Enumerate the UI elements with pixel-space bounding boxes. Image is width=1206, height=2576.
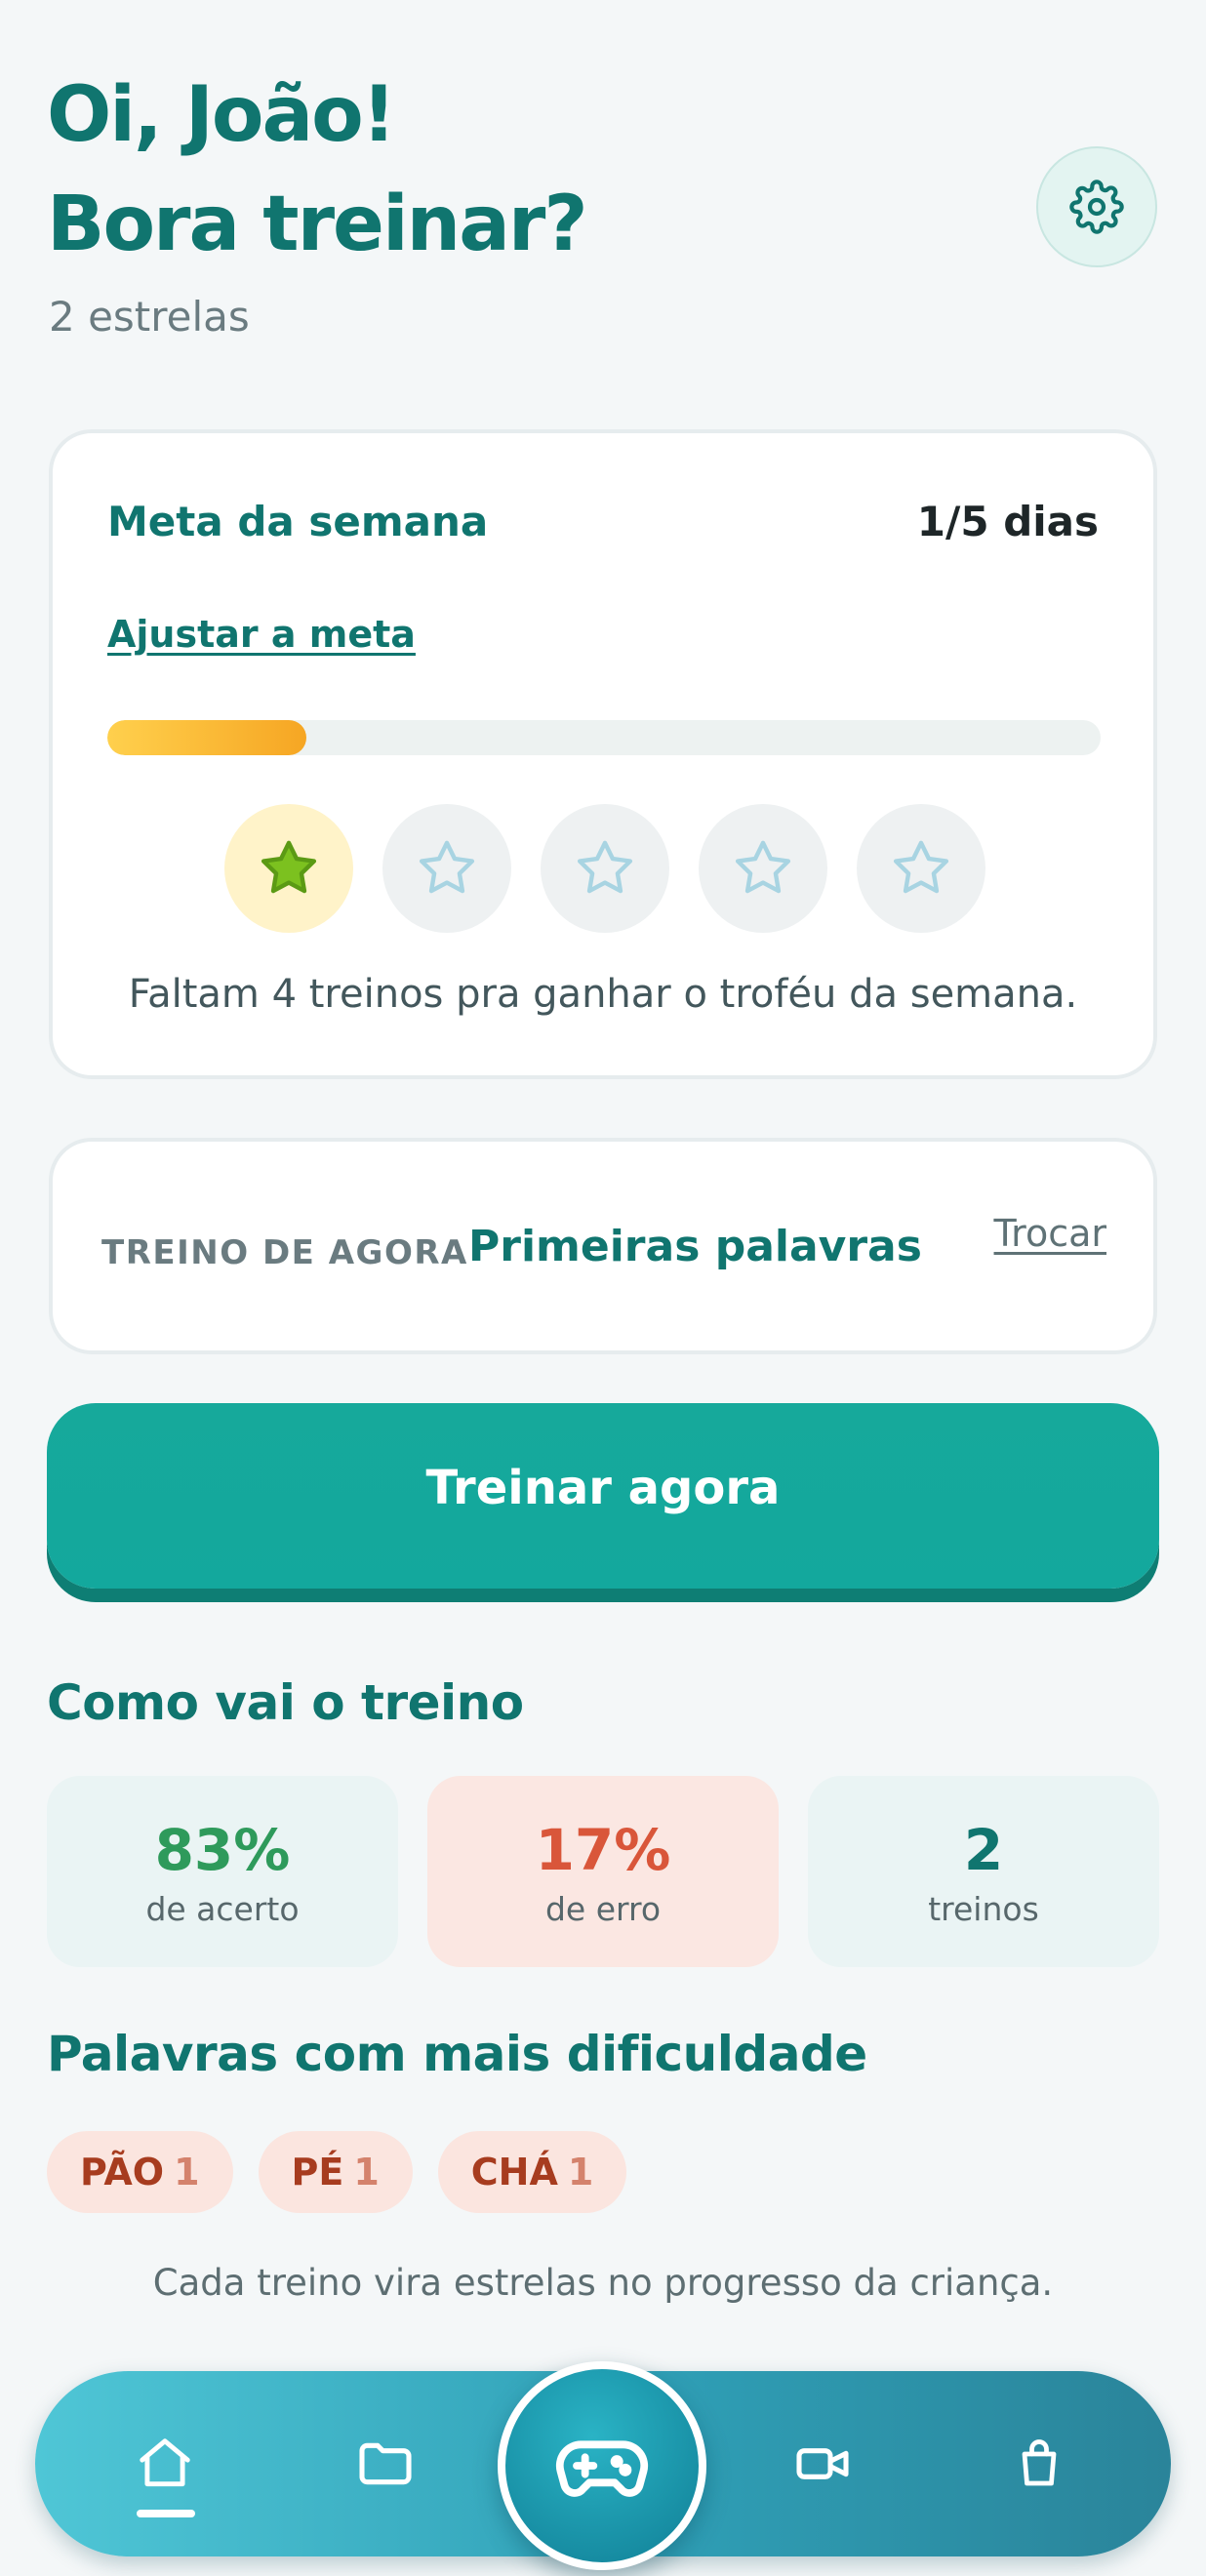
weekly-goal-days: 1/5 dias <box>916 498 1099 545</box>
chip-word: PÃO <box>80 2151 165 2194</box>
footer-note: Cada treino vira estrelas no progresso d… <box>152 2262 1054 2304</box>
greeting-line-1: Oi, João! <box>47 71 396 159</box>
chip-word: CHÁ <box>470 2151 558 2194</box>
train-now-button[interactable]: Treinar agora <box>47 1403 1159 1589</box>
difficult-words-title: Palavras com mais dificuldade <box>47 2026 867 2082</box>
word-chip[interactable]: CHÁ 1 <box>437 2131 627 2213</box>
stat-error: 17% de erro <box>427 1776 779 1967</box>
video-icon <box>796 2448 849 2479</box>
folder-icon <box>359 2442 412 2485</box>
stars-count: 2 estrelas <box>49 293 250 341</box>
star-icon <box>893 840 949 894</box>
current-training-name: Primeiras palavras <box>468 1222 922 1271</box>
star-empty <box>541 804 669 933</box>
star-empty <box>382 804 511 933</box>
star-earned <box>224 804 353 933</box>
chip-count: 1 <box>174 2151 200 2194</box>
chip-count: 1 <box>353 2151 380 2194</box>
gamepad-icon <box>555 2440 649 2497</box>
greeting: Oi, João! Bora treinar? <box>47 60 588 279</box>
chip-count: 1 <box>567 2151 594 2194</box>
star-icon <box>577 840 633 894</box>
weekly-goal-title: Meta da semana <box>107 498 489 545</box>
weekly-progress-bar <box>107 720 1101 755</box>
change-training-link[interactable]: Trocar <box>994 1212 1106 1255</box>
stat-label: de erro <box>544 1889 662 1928</box>
stat-label: treinos <box>928 1889 1039 1928</box>
current-training-label: TREINO DE AGORA <box>101 1233 468 1272</box>
weekly-goal-note: Faltam 4 treinos pra ganhar o troféu da … <box>128 972 1078 1017</box>
nav-home[interactable] <box>111 2410 219 2517</box>
word-chip[interactable]: PÃO 1 <box>47 2131 233 2213</box>
nav-shop[interactable] <box>985 2410 1093 2517</box>
train-now-label: Treinar agora <box>425 1461 781 1515</box>
stat-value: 17% <box>535 1816 671 1883</box>
current-training-card: TREINO DE AGORA Primeiras palavras Troca… <box>49 1138 1157 1354</box>
weekly-goal-card: Meta da semana 1/5 dias Ajustar a meta F… <box>49 429 1157 1079</box>
stat-trainings: 2 treinos <box>808 1776 1159 1967</box>
nav-active-indicator <box>137 2510 195 2517</box>
play-button[interactable] <box>498 2361 706 2570</box>
adjust-goal-link[interactable]: Ajustar a meta <box>107 613 416 656</box>
weekly-star-row <box>224 804 985 933</box>
star-icon <box>419 840 475 894</box>
stat-value: 83% <box>154 1816 291 1883</box>
home-icon <box>140 2438 190 2487</box>
word-chip[interactable]: PÉ 1 <box>258 2131 413 2213</box>
progress-section-title: Como vai o treino <box>47 1674 524 1731</box>
star-empty <box>699 804 827 933</box>
star-icon <box>735 840 791 894</box>
star-empty <box>857 804 985 933</box>
nav-folder[interactable] <box>332 2410 439 2517</box>
gear-icon <box>1069 180 1124 234</box>
stat-label: de acerto <box>145 1889 300 1928</box>
star-icon <box>261 840 317 894</box>
difficult-words-chips: PÃO 1 PÉ 1 CHÁ 1 <box>47 2131 627 2213</box>
chip-word: PÉ <box>291 2151 344 2194</box>
shopping-bag-icon <box>1022 2439 1057 2486</box>
greeting-line-2: Bora treinar? <box>47 181 588 268</box>
settings-button[interactable] <box>1036 146 1157 267</box>
stat-value: 2 <box>963 1816 1004 1883</box>
weekly-progress-fill <box>107 720 306 755</box>
stat-accuracy: 83% de acerto <box>47 1776 398 1967</box>
home-screen: Oi, João! Bora treinar? 2 estrelas Meta … <box>0 0 1206 2576</box>
nav-video[interactable] <box>769 2410 876 2517</box>
stats-row: 83% de acerto 17% de erro 2 treinos <box>47 1776 1159 1967</box>
